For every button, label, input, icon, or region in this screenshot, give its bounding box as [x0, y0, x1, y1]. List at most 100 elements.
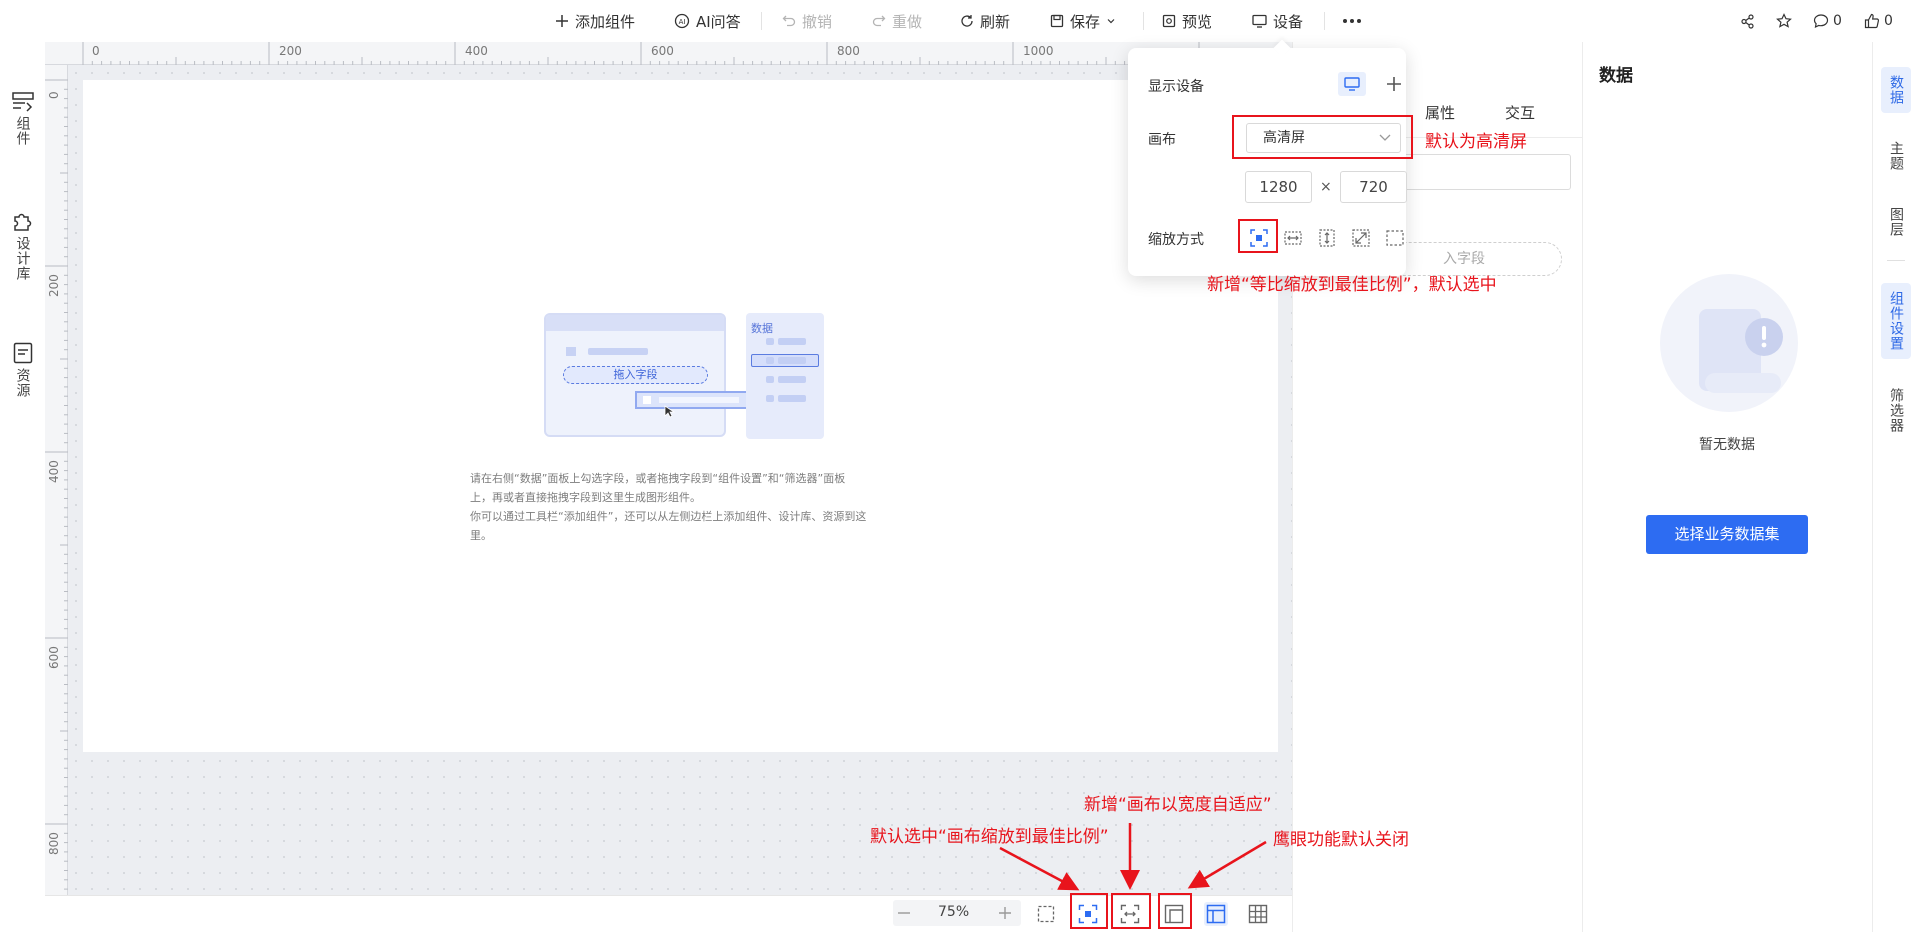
preview-button[interactable]: 预览	[1162, 10, 1212, 32]
illustration-drop-field: 拖入字段	[563, 366, 708, 384]
more-icon	[1343, 19, 1361, 23]
toolbar-divider	[761, 12, 762, 30]
thumbs-up-icon	[1864, 13, 1880, 29]
redo-button[interactable]: 重做	[872, 10, 922, 32]
tab-filters[interactable]: 筛选器	[1881, 380, 1911, 441]
tab-label: 主题	[1888, 141, 1904, 171]
ruler-label: 400	[47, 460, 61, 483]
layout-icon	[1206, 904, 1226, 924]
tab-interaction[interactable]: 交互	[1505, 102, 1535, 123]
add-component-button[interactable]: 添加组件	[555, 10, 635, 32]
scale-width-fit-option[interactable]	[1283, 228, 1303, 248]
canvas-width-input[interactable]: 1280	[1245, 171, 1312, 203]
refresh-button[interactable]: 刷新	[960, 10, 1010, 32]
refresh-label: 刷新	[980, 12, 1011, 31]
device-label: 设备	[1273, 12, 1304, 31]
hint-line: 你可以通过工具栏“添加组件”，还可以从左侧边栏上添加组件、设计库、资源到这	[470, 510, 867, 523]
sidebar-item-label: 设计库	[14, 236, 31, 281]
like-button[interactable]: 0	[1864, 10, 1893, 32]
device-button[interactable]: 设备	[1252, 10, 1303, 32]
sidebar-item-resources[interactable]: 资源	[0, 342, 45, 398]
tab-divider	[1887, 260, 1905, 261]
tab-component-settings[interactable]: 组件设置	[1881, 283, 1911, 359]
share-button[interactable]	[1740, 10, 1755, 32]
refresh-icon	[961, 15, 973, 27]
height-fit-icon	[1319, 229, 1335, 247]
tab-theme[interactable]: 主题	[1881, 133, 1911, 179]
sidebar-item-components[interactable]: 组件	[0, 92, 45, 146]
save-icon	[1050, 14, 1064, 28]
zoom-level[interactable]: 75%	[938, 904, 969, 920]
tab-label: 组件设置	[1888, 291, 1904, 351]
dashed-square-icon	[1037, 905, 1055, 923]
favorite-button[interactable]	[1776, 10, 1792, 32]
hint-line: 里。	[470, 529, 492, 542]
ruler-label: 200	[47, 274, 61, 297]
select-dataset-button[interactable]: 选择业务数据集	[1646, 515, 1808, 554]
layout-panel-button[interactable]	[1204, 902, 1228, 926]
illustration-drag-field	[635, 391, 755, 409]
ruler-label: 0	[92, 44, 100, 58]
tab-layers[interactable]: 图层	[1881, 199, 1911, 245]
comments-count: 0	[1833, 13, 1842, 29]
hint-line: 上，再或者直接拖拽字段到这里生成图形组件。	[470, 491, 701, 504]
zoom-in-icon[interactable]	[998, 906, 1012, 920]
ruler-label: 400	[465, 44, 488, 58]
grid-button[interactable]	[1246, 902, 1270, 926]
monitor-icon	[1252, 14, 1267, 28]
sidebar-item-label: 资源	[14, 368, 31, 398]
fit-canvas-button[interactable]	[1034, 902, 1058, 926]
preview-label: 预览	[1182, 12, 1213, 31]
right-tab-bar: 数据 主题 图层 组件设置 筛选器	[1872, 42, 1918, 932]
tab-label: 筛选器	[1888, 388, 1904, 433]
ai-qa-button[interactable]: AI AI问答	[674, 10, 741, 32]
more-button[interactable]	[1342, 10, 1362, 32]
annotation-default-hd: 默认为高清屏	[1425, 132, 1527, 152]
illustration-data-panel: 数据	[746, 313, 824, 439]
ruler-horizontal: 0 200 400 600 800 1000	[45, 42, 1292, 65]
preview-icon	[1162, 14, 1176, 28]
empty-data-text: 暂无数据	[1699, 437, 1755, 453]
top-toolbar: 添加组件 AI AI问答 撤销 重做 刷新 保存 预览 设备 0 0	[0, 0, 1918, 42]
save-button[interactable]: 保存	[1050, 10, 1116, 32]
desktop-device-button[interactable]	[1338, 72, 1366, 96]
undo-icon	[782, 15, 796, 27]
annotation-box-scale	[1238, 219, 1278, 253]
data-panel-title: 数据	[1599, 66, 1633, 86]
monitor-icon	[1344, 77, 1360, 91]
tab-data[interactable]: 数据	[1881, 67, 1911, 113]
annotation-new-width-fit: 新增“画布以宽度自适应”	[1084, 795, 1272, 815]
ruler-vertical: 0 200 400 600 800	[45, 65, 68, 895]
tab-label: 图层	[1888, 207, 1904, 237]
left-sidebar: 组件 设计库 资源	[0, 42, 45, 932]
document-icon	[13, 342, 32, 364]
empty-hint-text: 请在右侧“数据”面板上勾选字段，或者拖拽字段到“组件设置”和“筛选器”面板 上，…	[470, 469, 890, 545]
hint-line: 请在右侧“数据”面板上勾选字段，或者拖拽字段到“组件设置”和“筛选器”面板	[470, 472, 846, 485]
puzzle-icon	[13, 213, 31, 231]
scale-original-option[interactable]	[1385, 228, 1405, 248]
cursor-icon	[664, 405, 676, 418]
scale-stretch-option[interactable]	[1351, 228, 1371, 248]
stretch-icon	[1352, 229, 1370, 247]
scale-height-fit-option[interactable]	[1317, 228, 1337, 248]
chevron-down-icon	[1107, 19, 1115, 24]
tab-properties[interactable]: 属性	[1425, 102, 1455, 123]
ai-icon: AI	[674, 13, 690, 29]
ruler-label: 800	[47, 832, 61, 855]
ai-qa-label: AI问答	[696, 12, 741, 31]
toolbar-divider	[1143, 12, 1144, 30]
add-device-icon[interactable]	[1386, 76, 1402, 92]
comments-button[interactable]: 0	[1813, 10, 1842, 32]
display-device-label: 显示设备	[1148, 79, 1204, 95]
undo-button[interactable]: 撤销	[782, 10, 832, 32]
illustration-data-title: 数据	[751, 322, 773, 335]
times-sign: ×	[1320, 179, 1332, 195]
zoom-out-icon[interactable]	[897, 906, 911, 920]
annotation-box-best-scale	[1070, 893, 1108, 929]
save-label: 保存	[1070, 12, 1101, 31]
sidebar-item-label: 组件	[14, 116, 31, 146]
sidebar-item-design-library[interactable]: 设计库	[0, 210, 45, 281]
ruler-label: 200	[279, 44, 302, 58]
canvas-height-input[interactable]: 720	[1340, 171, 1407, 203]
annotation-new-fit-scale: 新增“等比缩放到最佳比例”，默认选中	[1207, 275, 1497, 295]
